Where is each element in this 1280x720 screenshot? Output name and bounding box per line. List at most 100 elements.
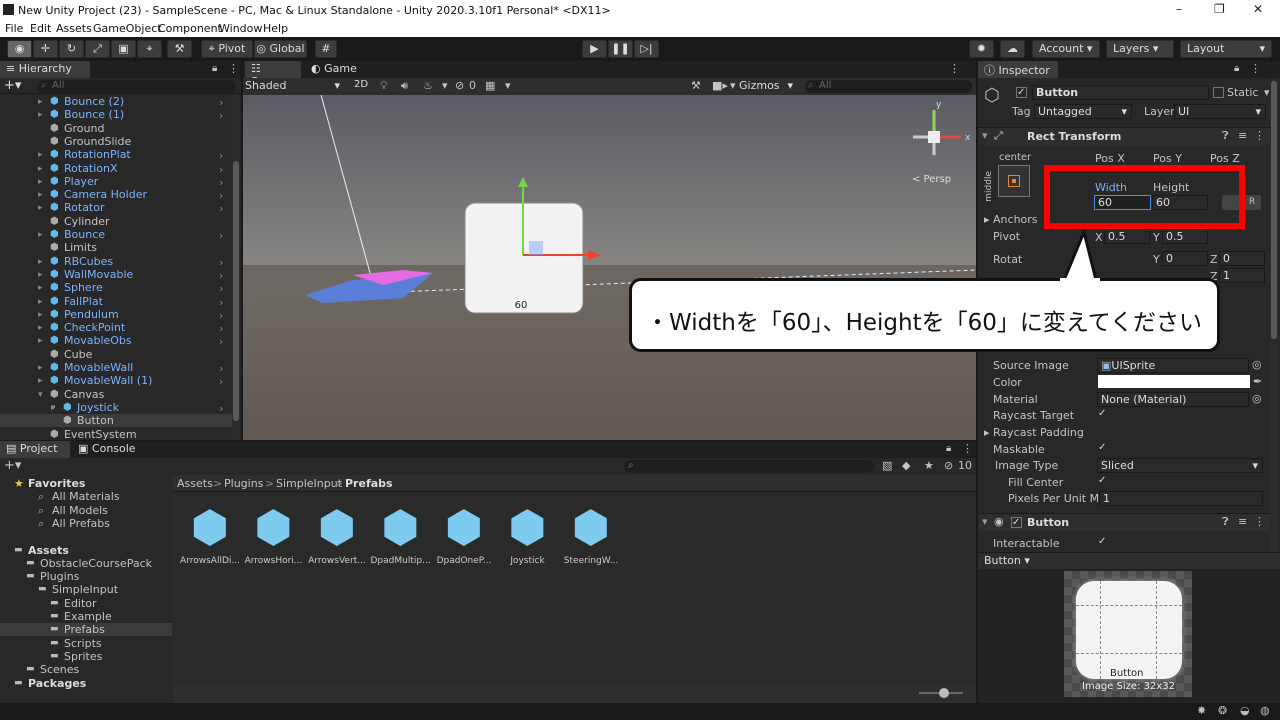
expand-arrow-icon[interactable]: ▸: [38, 296, 43, 309]
project-tree-item[interactable]: ▬ Packages: [0, 677, 172, 690]
persp-label[interactable]: < Persp: [912, 174, 951, 185]
hierarchy-item[interactable]: ▸ › ⬢ FallPlat: [0, 295, 232, 309]
play-button[interactable]: ▶: [582, 40, 607, 58]
scene-viewport[interactable]: 60 y x < Persp: [243, 95, 976, 440]
prefab-open-icon[interactable]: ›: [219, 109, 223, 122]
hierarchy-item[interactable]: ▸ › ⬢ Bounce (1): [0, 108, 232, 122]
minimize-icon[interactable]: –: [1176, 2, 1182, 16]
hierarchy-item[interactable]: ▸ › ⬢ Bounce: [0, 228, 232, 242]
hierarchy-item[interactable]: ⬢ Cube: [0, 348, 232, 361]
project-tree-item[interactable]: ▬ Assets: [0, 544, 172, 557]
asset-item[interactable]: ⬢ DpadMultip...: [371, 503, 431, 567]
project-tree-item[interactable]: ⌕ All Prefabs: [0, 517, 172, 530]
hidden-packages-icon[interactable]: ⊘: [944, 459, 953, 472]
hierarchy-item[interactable]: ▾ ⬢ Canvas: [0, 388, 232, 401]
expand-arrow-icon[interactable]: ▸: [38, 309, 43, 322]
menu-component[interactable]: Component: [158, 22, 222, 35]
expand-arrow-icon[interactable]: ▸: [38, 256, 43, 269]
tab-project[interactable]: ▤ Project: [0, 441, 70, 458]
hierarchy-item[interactable]: ▸ › ⬢ Camera Holder: [0, 188, 232, 202]
camera-icon[interactable]: ■▸: [712, 79, 728, 92]
hierarchy-item[interactable]: ▸ › ⬢ WallMovable: [0, 268, 232, 282]
project-lock-icon[interactable]: 🔒︎: [946, 443, 951, 454]
grid-snap-icon[interactable]: #: [315, 40, 337, 58]
panel-menu-icon[interactable]: ⋮: [228, 62, 239, 75]
asset-item[interactable]: ⬢ DpadOneP...: [434, 503, 494, 567]
hierarchy-item[interactable]: ⬢ Ground: [0, 122, 232, 135]
layout-dropdown[interactable]: Layout ▾: [1180, 40, 1272, 58]
expand-arrow-icon[interactable]: ▸: [38, 375, 43, 388]
crumb-simpleinput[interactable]: SimpleInput: [276, 477, 342, 490]
maximize-icon[interactable]: ❐: [1214, 2, 1225, 16]
source-image-picker-icon[interactable]: ◎: [1252, 358, 1262, 371]
tab-game[interactable]: ◐ Game: [305, 61, 365, 78]
expand-arrow-icon[interactable]: ▾: [51, 402, 56, 415]
rotate-tool-icon[interactable]: ↻: [59, 40, 84, 58]
help-icon[interactable]: ❓︎: [1222, 129, 1229, 143]
shading-dropdown[interactable]: Shaded ▾: [245, 79, 342, 94]
crumb-prefabs[interactable]: Prefabs: [345, 477, 393, 490]
crumb-assets[interactable]: Assets: [177, 477, 213, 490]
expand-arrow-icon[interactable]: ▸: [38, 189, 43, 202]
prefab-open-icon[interactable]: ›: [219, 189, 223, 202]
project-tree-item[interactable]: ⌕ All Models: [0, 504, 172, 517]
project-tree-item[interactable]: ▬ Scripts: [0, 637, 172, 650]
effects-icon[interactable]: ♨: [423, 79, 433, 92]
expand-arrow-icon[interactable]: ▸: [38, 202, 43, 215]
global-toggle[interactable]: ◎ Global: [254, 40, 307, 58]
prefab-open-icon[interactable]: ›: [219, 269, 223, 282]
menu-window[interactable]: Window: [219, 22, 262, 35]
asset-item[interactable]: ⬢ ArrowsAllDi...: [180, 503, 240, 567]
scene-menu-icon[interactable]: ⋮: [949, 62, 960, 75]
cloud-icon[interactable]: ☁: [1000, 40, 1025, 58]
image-type-dropdown[interactable]: Sliced ▾: [1097, 458, 1263, 473]
button-menu-icon[interactable]: ⋮: [1254, 515, 1265, 528]
hierarchy-item[interactable]: ⬢ Button: [0, 414, 232, 428]
hierarchy-item[interactable]: ⬢ Limits: [0, 241, 232, 254]
raycast-target-checkbox[interactable]: ✓: [1098, 409, 1109, 420]
project-menu-icon[interactable]: ⋮: [962, 442, 973, 455]
button-help-icon[interactable]: ❓︎: [1222, 515, 1229, 529]
prefab-open-icon[interactable]: ›: [219, 375, 223, 388]
rect-tool-icon[interactable]: ▣: [111, 40, 136, 58]
add-icon[interactable]: +▾: [4, 78, 21, 93]
expand-arrow-icon[interactable]: ▸: [38, 229, 43, 242]
pivot-x-field[interactable]: 0.5: [1104, 229, 1150, 244]
hierarchy-item[interactable]: ⬢ Cylinder: [0, 215, 232, 228]
lighting-icon[interactable]: 💡︎: [380, 79, 388, 93]
grid-icon[interactable]: ▦: [485, 79, 495, 92]
hierarchy-item[interactable]: ▸ › ⬢ RBCubes: [0, 255, 232, 269]
asset-item[interactable]: ⬢ Joystick: [498, 503, 558, 567]
hierarchy-item[interactable]: ▸ › ⬢ Player: [0, 175, 232, 189]
hierarchy-item[interactable]: ▸ › ⬢ Sphere: [0, 281, 232, 295]
lock-icon[interactable]: 🔒︎: [212, 63, 217, 74]
progress-icon[interactable]: ◍: [1260, 704, 1270, 717]
active-checkbox[interactable]: ✓: [1016, 87, 1027, 98]
expand-arrow-icon[interactable]: ▸: [38, 149, 43, 162]
tag-dropdown[interactable]: Untagged ▾: [1034, 104, 1132, 119]
menu-edit[interactable]: Edit: [30, 22, 51, 35]
hierarchy-item[interactable]: ⬢ EventSystem: [0, 428, 232, 441]
inspector-lock-icon[interactable]: 🔒︎: [1234, 63, 1239, 74]
prefab-open-icon[interactable]: ›: [219, 322, 223, 335]
button-component-header[interactable]: ▾ ◉ ✓ Button ❓︎ ≡ ⋮: [978, 513, 1270, 531]
hierarchy-item[interactable]: ▸ › ⬢ Rotator: [0, 201, 232, 215]
hierarchy-item[interactable]: ⬢ GroundSlide: [0, 135, 232, 148]
audio-icon[interactable]: 🔊︎: [401, 79, 408, 93]
step-button[interactable]: ▷|: [634, 40, 659, 58]
gizmo-plane-handle[interactable]: [529, 241, 543, 255]
pivot-y-field[interactable]: 0.5: [1162, 229, 1208, 244]
hierarchy-item[interactable]: ▸ › ⬢ Pendulum: [0, 308, 232, 322]
effects-dropdown-icon[interactable]: ▾: [442, 79, 448, 92]
anchors-foldout[interactable]: ▸ Anchors: [984, 213, 1038, 226]
expand-arrow-icon[interactable]: ▸: [38, 362, 43, 375]
anchor-preset-button[interactable]: [998, 165, 1030, 197]
prefab-open-icon[interactable]: ›: [219, 176, 223, 189]
project-search-input[interactable]: ⌕: [624, 460, 874, 473]
prefab-open-icon[interactable]: ›: [219, 229, 223, 242]
prefab-open-icon[interactable]: ›: [219, 402, 223, 415]
project-tree-item[interactable]: ▬ Editor: [0, 597, 172, 610]
menu-gameobject[interactable]: GameObject: [93, 22, 162, 35]
hierarchy-item[interactable]: ▸ › ▾ ⬢ Joystick: [0, 401, 232, 415]
prefab-open-icon[interactable]: ›: [219, 256, 223, 269]
